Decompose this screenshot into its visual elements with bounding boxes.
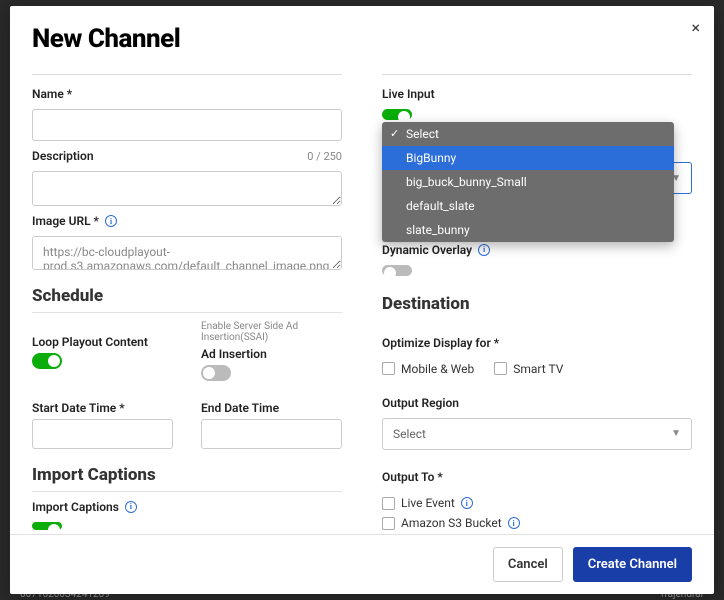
modal-body: Name * Description 0 / 250 Image URL * i…: [10, 64, 714, 534]
checkbox-icon: [494, 362, 507, 375]
modal-footer: Cancel Create Channel: [10, 534, 714, 594]
output-region-select[interactable]: Select ▼: [382, 418, 692, 450]
checkbox-icon: [382, 517, 395, 530]
ad-insertion-toggle[interactable]: [201, 365, 231, 381]
optimize-mobile-option[interactable]: Mobile & Web: [382, 362, 474, 376]
info-icon[interactable]: i: [478, 244, 490, 256]
modal-header: New Channel: [10, 6, 714, 64]
checkbox-icon: [382, 362, 395, 375]
description-label: Description: [32, 149, 94, 163]
live-input-toggle[interactable]: [382, 109, 412, 120]
create-channel-button[interactable]: Create Channel: [573, 547, 692, 582]
modal-title: New Channel: [32, 24, 692, 54]
end-date-input[interactable]: [201, 419, 342, 449]
close-icon[interactable]: ×: [691, 20, 700, 36]
description-textarea[interactable]: [32, 171, 342, 206]
slate-option-bigbunny[interactable]: BigBunny: [382, 146, 674, 170]
schedule-heading: Schedule: [32, 286, 342, 313]
description-counter: 0 / 250: [307, 150, 342, 163]
slate-option-bigbuckbunnysmall[interactable]: big_buck_bunny_Small: [382, 170, 674, 194]
optimize-label: Optimize Display for *: [382, 336, 692, 350]
slate-dropdown-menu: Select BigBunny big_buck_bunny_Small def…: [382, 122, 674, 242]
image-url-label: Image URL * i: [32, 214, 342, 228]
destination-heading: Destination: [382, 294, 692, 314]
slate-option-select[interactable]: Select: [382, 122, 674, 146]
ad-insertion-label: Ad Insertion: [201, 347, 342, 361]
output-region-label: Output Region: [382, 396, 692, 410]
name-input[interactable]: [32, 109, 342, 141]
output-to-s3-option[interactable]: Amazon S3 Bucket i: [382, 516, 692, 530]
checkbox-icon: [382, 497, 395, 510]
left-column: Name * Description 0 / 250 Image URL * i…: [32, 64, 342, 530]
output-to-live-option[interactable]: Live Event i: [382, 496, 692, 510]
import-captions-toggle[interactable]: [32, 522, 62, 530]
right-column: Live Input Slate * i Select ▼ Select Big…: [382, 64, 692, 530]
loop-playout-label: Loop Playout Content: [32, 335, 173, 349]
dynamic-overlay-label: Dynamic Overlay i: [382, 243, 692, 257]
name-label: Name *: [32, 87, 342, 101]
info-icon[interactable]: i: [105, 215, 117, 227]
output-to-label: Output To *: [382, 470, 692, 484]
end-date-label: End Date Time: [201, 401, 342, 415]
optimize-tv-option[interactable]: Smart TV: [494, 362, 563, 376]
new-channel-modal: × New Channel Name * Description 0 / 250…: [10, 6, 714, 594]
loop-playout-toggle[interactable]: [32, 353, 62, 369]
import-captions-label: Import Captions i: [32, 500, 342, 514]
start-date-input[interactable]: [32, 419, 173, 449]
info-icon[interactable]: i: [508, 517, 520, 529]
image-url-textarea[interactable]: https://bc-cloudplayout-prod.s3.amazonaw…: [32, 236, 342, 269]
info-icon[interactable]: i: [461, 497, 473, 509]
chevron-down-icon: ▼: [671, 428, 681, 439]
start-date-label: Start Date Time *: [32, 401, 173, 415]
import-captions-heading: Import Captions: [32, 465, 342, 492]
info-icon[interactable]: i: [125, 501, 137, 513]
live-input-label: Live Input: [382, 87, 692, 101]
slate-option-defaultslate[interactable]: default_slate: [382, 194, 674, 218]
dynamic-overlay-toggle[interactable]: [382, 265, 412, 276]
cancel-button[interactable]: Cancel: [493, 547, 563, 582]
slate-option-slatebunny[interactable]: slate_bunny: [382, 218, 674, 242]
ssai-hint: Enable Server Side Ad Insertion(SSAI): [201, 321, 342, 343]
